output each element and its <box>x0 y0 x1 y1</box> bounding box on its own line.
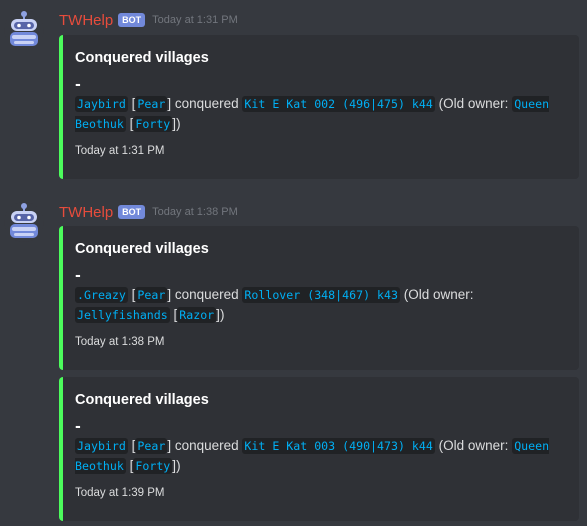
embed-footer-timestamp: Today at 1:38 PM <box>75 336 165 348</box>
old-tribe-link[interactable]: Forty <box>133 458 173 474</box>
embed-title: Conquered villages <box>75 241 209 257</box>
robot-avatar-icon[interactable] <box>4 10 44 50</box>
village-link[interactable]: Kit E Kat 003 (490|473) k44 <box>242 438 435 454</box>
new-tribe-link[interactable]: Pear <box>135 287 168 303</box>
new-tribe-link[interactable]: Pear <box>135 438 168 454</box>
village-link[interactable]: Kit E Kat 002 (496|475) k44 <box>242 96 435 112</box>
new-owner-link[interactable]: Jaybird <box>75 96 128 112</box>
embed-description: .Greazy [Pear] conquered Rollover (348|4… <box>75 287 474 323</box>
close-paren: ) <box>176 116 181 131</box>
embed-footer-timestamp: Today at 1:39 PM <box>75 487 165 499</box>
embed-description: Jaybird [Pear] conquered Kit E Kat 002 (… <box>75 96 550 132</box>
old-owner-label: (Old owner: <box>403 287 474 302</box>
old-tribe-link[interactable]: Razor <box>177 307 217 323</box>
new-owner-link[interactable]: .Greazy <box>75 287 128 303</box>
embed-dash: - <box>75 268 81 284</box>
message-header: TWHelp BOT Today at 1:31 PM <box>59 10 238 30</box>
embed-card: Conquered villages - Jaybird [Pear] conq… <box>59 377 579 521</box>
conquered-text: conquered <box>174 438 239 453</box>
old-owner-label: (Old owner: <box>438 96 509 111</box>
username[interactable]: TWHelp <box>59 204 113 221</box>
village-link[interactable]: Rollover (348|467) k43 <box>242 287 400 303</box>
embed-footer-timestamp: Today at 1:31 PM <box>75 145 165 157</box>
conquered-text: conquered <box>174 96 239 111</box>
embed-description: Jaybird [Pear] conquered Kit E Kat 003 (… <box>75 438 550 474</box>
embed-dash: - <box>75 419 81 435</box>
embed-title: Conquered villages <box>75 50 209 66</box>
message-header: TWHelp BOT Today at 1:38 PM <box>59 202 238 222</box>
bot-badge: BOT <box>118 205 146 219</box>
message-timestamp: Today at 1:31 PM <box>152 14 238 26</box>
new-tribe-link[interactable]: Pear <box>135 96 168 112</box>
robot-avatar-icon[interactable] <box>4 202 44 242</box>
new-owner-link[interactable]: Jaybird <box>75 438 128 454</box>
message-timestamp: Today at 1:38 PM <box>152 206 238 218</box>
old-tribe-link[interactable]: Forty <box>133 116 173 132</box>
close-paren: ) <box>176 458 181 473</box>
username[interactable]: TWHelp <box>59 12 113 29</box>
old-owner-label: (Old owner: <box>438 438 509 453</box>
old-owner-link[interactable]: Jellyfishands <box>75 307 170 323</box>
embed-title: Conquered villages <box>75 392 209 408</box>
conquered-text: conquered <box>174 287 239 302</box>
embed-card: Conquered villages - Jaybird [Pear] conq… <box>59 35 579 179</box>
close-paren: ) <box>219 307 225 322</box>
embed-dash: - <box>75 77 81 93</box>
bot-badge: BOT <box>118 13 146 27</box>
embed-card: Conquered villages - .Greazy [Pear] conq… <box>59 226 579 370</box>
